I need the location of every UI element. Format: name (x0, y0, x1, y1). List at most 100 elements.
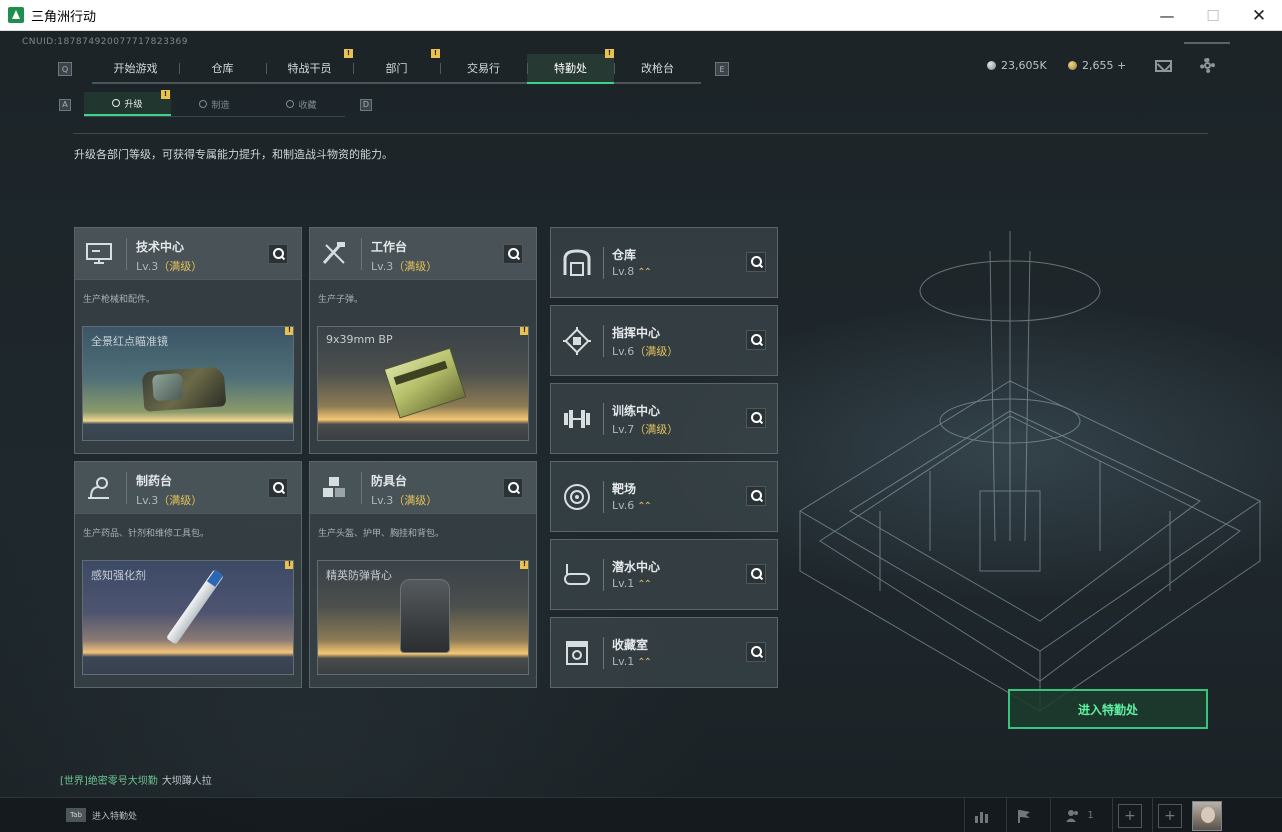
sub-nav-bar: A 升级 ! 制造 收藏 D (59, 90, 372, 117)
gear-icon[interactable] (1200, 58, 1215, 73)
top-decor-line (1184, 42, 1230, 44)
tab-special-ops[interactable]: 特勤处! (527, 49, 614, 84)
subtab-label: 升级 (124, 99, 143, 110)
search-button[interactable] (268, 244, 288, 264)
facility-level: Lv.6（满级） (612, 343, 678, 359)
search-button[interactable] (746, 330, 766, 350)
world-chat-line[interactable]: [世界]绝密零号大坝勤 大坝蹲人拉 (60, 772, 212, 787)
subtab-craft[interactable]: 制造 (171, 92, 258, 116)
tab-label: 部门 (385, 62, 408, 75)
header-separator (126, 472, 127, 504)
window-titlebar: 三角洲行动 — ☐ ✕ (0, 0, 1282, 31)
facility-card-collection-room[interactable]: 收藏室 Lv.1 ⌃⌃ (550, 617, 778, 688)
invite-slot-1[interactable]: + (1112, 798, 1147, 832)
facility-level: Lv.1 ⌃⌃ (612, 577, 652, 590)
search-button[interactable] (503, 478, 523, 498)
notification-badge: ! (605, 49, 614, 58)
facility-description: 生产子弹。 (318, 295, 364, 305)
bar-chart-icon (975, 811, 988, 823)
plus-icon: + (1158, 803, 1182, 828)
search-button[interactable] (503, 244, 523, 264)
upgrade-available-icon: ⌃⌃ (637, 657, 652, 668)
key-q-hint[interactable]: Q (58, 62, 72, 76)
gold-coin-icon (1068, 61, 1077, 70)
facility-card-armor-bench[interactable]: 防具台 Lv.3（满级） 生产头盔、护甲、胸挂和背包。 精英防弹背心 ! (309, 461, 537, 688)
craft-item-slot[interactable]: 感知强化剂 ! (82, 560, 294, 675)
flag-button[interactable] (1006, 798, 1041, 832)
facility-card-shooting-range[interactable]: 靶场 Lv.6 ⌃⌃ (550, 461, 778, 532)
level-value: Lv.3 (136, 494, 159, 507)
tab-operators[interactable]: 特战干员! (266, 49, 353, 82)
facility-name: 靶场 (612, 482, 637, 496)
key-d-hint[interactable]: D (360, 98, 372, 111)
page-description: 升级各部门等级，可获得专属能力提升，和制造战斗物资的能力。 (74, 148, 393, 161)
craft-item-slot[interactable]: 精英防弹背心 ! (317, 560, 529, 675)
upgrade-available-icon: ⌃⌃ (637, 579, 652, 590)
search-button[interactable] (746, 642, 766, 662)
tab-label: 特勤处 (554, 62, 587, 75)
invite-slot-2[interactable]: + (1152, 798, 1187, 832)
stats-button[interactable] (964, 798, 999, 832)
facility-level: Lv.1 ⌃⌃ (612, 655, 652, 668)
level-value: Lv.3 (371, 260, 394, 273)
tab-label: 特战干员 (287, 62, 332, 75)
enter-special-ops-button[interactable]: 进入特勤处 (1008, 689, 1208, 729)
tab-label: 交易行 (467, 62, 500, 75)
divider (73, 133, 1208, 134)
chat-message: 大坝蹲人拉 (161, 776, 212, 787)
trophy-icon (566, 641, 588, 665)
tab-key-action-label: 进入特勤处 (92, 812, 138, 822)
craft-item-slot[interactable]: 全景红点瞄准镜 ! (82, 326, 294, 441)
notification-badge: ! (285, 561, 293, 569)
upgrade-available-icon: ⌃⌃ (637, 267, 652, 278)
card-separator (603, 403, 604, 435)
craft-item-slot[interactable]: 9x39mm BP ! (317, 326, 529, 441)
tab-trade[interactable]: 交易行 (440, 54, 527, 82)
header-separator (361, 472, 362, 504)
facility-card-tech-center[interactable]: 技术中心 Lv.3（满级） 生产枪械和配件。 全景红点瞄准镜 ! (74, 227, 302, 454)
search-button[interactable] (746, 408, 766, 428)
silver-currency[interactable]: 23,605K (987, 59, 1047, 72)
avatar[interactable] (1192, 801, 1222, 831)
team-button[interactable]: 1 (1050, 798, 1108, 832)
facility-level: Lv.6 ⌃⌃ (612, 499, 652, 512)
microscope-icon (88, 477, 109, 499)
facility-card-pharmacy[interactable]: 制药台 Lv.3（满级） 生产药品、针剂和维修工具包。 感知强化剂 ! (74, 461, 302, 688)
team-count: 1 (1087, 810, 1094, 821)
facility-card-workbench[interactable]: 工作台 Lv.3（满级） 生产子弹。 9x39mm BP ! (309, 227, 537, 454)
search-button[interactable] (746, 564, 766, 584)
silver-coin-icon (987, 61, 996, 70)
maximize-button[interactable]: ☐ (1190, 0, 1236, 31)
facility-card-warehouse[interactable]: 仓库 Lv.8 ⌃⌃ (550, 227, 778, 298)
facility-card-training-center[interactable]: 训练中心 Lv.7（满级） (550, 383, 778, 454)
subtab-upgrade[interactable]: 升级 ! (84, 90, 171, 116)
level-value: Lv.1 (612, 655, 635, 668)
mail-icon[interactable] (1155, 60, 1172, 72)
facility-level: Lv.3（满级） (371, 258, 437, 274)
header-separator (361, 238, 362, 270)
minimize-button[interactable]: — (1144, 0, 1190, 31)
app-logo-icon (8, 7, 24, 23)
subtab-collection[interactable]: 收藏 (258, 92, 345, 116)
subtab-label: 收藏 (298, 100, 317, 111)
facility-card-diving-center[interactable]: 潜水中心 Lv.1 ⌃⌃ (550, 539, 778, 610)
search-button[interactable] (746, 486, 766, 506)
chip-icon (563, 327, 591, 355)
ammo-box-image (383, 347, 467, 419)
search-button[interactable] (746, 252, 766, 272)
close-button[interactable]: ✕ (1236, 0, 1282, 31)
search-button[interactable] (268, 478, 288, 498)
key-a-hint[interactable]: A (59, 98, 71, 111)
tab-department[interactable]: 部门! (353, 49, 440, 82)
gold-currency[interactable]: 2,655 + (1068, 59, 1126, 72)
facility-description: 生产头盔、护甲、胸挂和背包。 (318, 529, 445, 539)
tab-gunsmith[interactable]: 改枪台 (614, 54, 701, 82)
key-e-hint[interactable]: E (715, 62, 729, 76)
tab-start-game[interactable]: 开始游戏 (92, 54, 179, 82)
tab-warehouse[interactable]: 仓库 (179, 54, 266, 82)
tab-key-hint[interactable]: Tab (66, 808, 86, 822)
facility-card-command-center[interactable]: 指挥中心 Lv.6（满级） (550, 305, 778, 376)
craft-item-name: 9x39mm BP (326, 333, 393, 346)
max-level-tag: （满级） (634, 423, 679, 436)
upgrade-icon (112, 99, 121, 107)
